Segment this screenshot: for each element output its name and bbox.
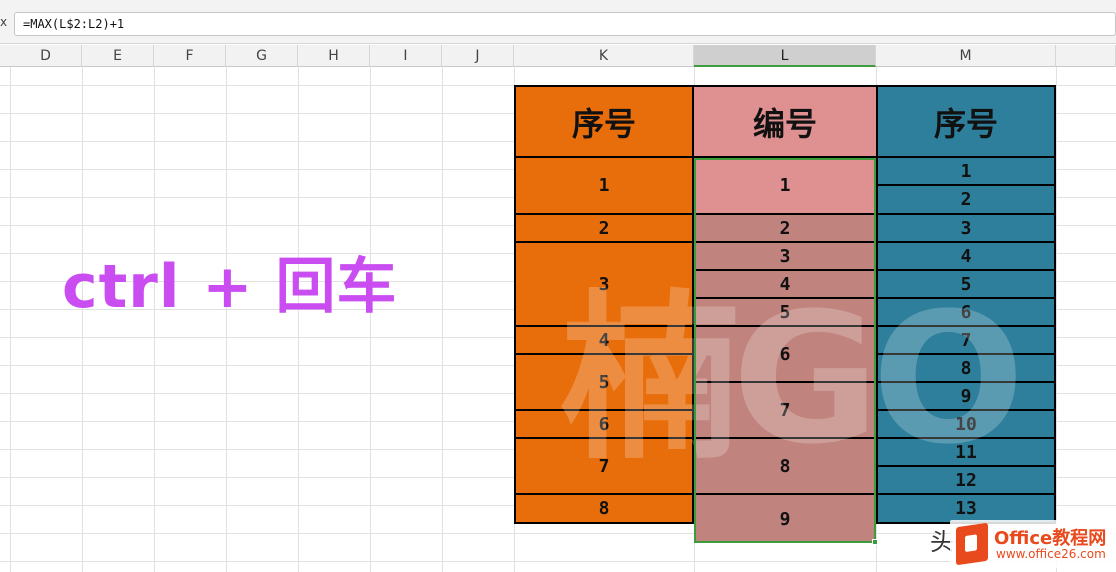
formula-input[interactable]: =MAX(L$2:L2)+1 (14, 12, 1116, 36)
m-cell-5[interactable]: 5 (876, 271, 1056, 299)
office-badge-url: www.office26.com (996, 547, 1106, 561)
k-cell-4[interactable]: 4 (514, 327, 694, 355)
k-cell-3[interactable]: 3 (514, 243, 694, 327)
l-cell-8[interactable]: 8 (694, 439, 876, 495)
header-cell-k[interactable]: 序号 (514, 85, 694, 158)
column-header-i[interactable]: I (370, 45, 442, 67)
m-cell-4[interactable]: 4 (876, 243, 1056, 271)
l-cell-3[interactable]: 3 (694, 243, 876, 271)
column-header-h[interactable]: H (298, 45, 370, 67)
l-cell-9[interactable]: 9 (694, 495, 876, 543)
header-cell-m[interactable]: 序号 (876, 85, 1056, 158)
column-header-n[interactable] (1056, 45, 1116, 67)
l-cell-5[interactable]: 5 (694, 299, 876, 327)
column-header-k[interactable]: K (514, 45, 694, 67)
k-cell-2[interactable]: 2 (514, 215, 694, 243)
column-header-row: D E F G H I J K L M (0, 45, 1116, 67)
l-cell-7[interactable]: 7 (694, 383, 876, 439)
k-cell-8[interactable]: 8 (514, 495, 694, 524)
m-cell-9[interactable]: 9 (876, 383, 1056, 411)
column-header-l[interactable]: L (694, 45, 876, 67)
m-cell-2[interactable]: 2 (876, 186, 1056, 215)
l-cell-2[interactable]: 2 (694, 215, 876, 243)
l-cell-6[interactable]: 6 (694, 327, 876, 383)
shortcut-overlay-text: ctrl + 回车 (62, 252, 398, 322)
column-header-f[interactable]: F (154, 45, 226, 67)
fx-icon[interactable]: x (0, 15, 7, 29)
k-cell-6[interactable]: 6 (514, 411, 694, 439)
m-cell-3[interactable]: 3 (876, 215, 1056, 243)
office-logo-icon (956, 522, 988, 566)
column-header-e[interactable]: E (82, 45, 154, 67)
m-cell-1[interactable]: 1 (876, 158, 1056, 186)
k-cell-1[interactable]: 1 (514, 158, 694, 215)
k-cell-7[interactable]: 7 (514, 439, 694, 495)
office-badge: Office教程网 www.office26.com (950, 520, 1116, 568)
header-cell-l[interactable]: 编号 (694, 85, 876, 158)
column-header-m[interactable]: M (876, 45, 1056, 67)
fill-handle[interactable] (872, 539, 878, 545)
column-header-j[interactable]: J (442, 45, 514, 67)
k-cell-5[interactable]: 5 (514, 355, 694, 411)
l-cell-1[interactable]: 1 (694, 158, 876, 215)
column-header-d[interactable]: D (10, 45, 82, 67)
m-cell-11[interactable]: 11 (876, 439, 1056, 467)
m-cell-12[interactable]: 12 (876, 467, 1056, 495)
formula-bar: x =MAX(L$2:L2)+1 (0, 0, 1116, 44)
m-cell-10[interactable]: 10 (876, 411, 1056, 439)
m-cell-8[interactable]: 8 (876, 355, 1056, 383)
column-header-g[interactable]: G (226, 45, 298, 67)
l-cell-4[interactable]: 4 (694, 271, 876, 299)
m-cell-7[interactable]: 7 (876, 327, 1056, 355)
m-cell-6[interactable]: 6 (876, 299, 1056, 327)
